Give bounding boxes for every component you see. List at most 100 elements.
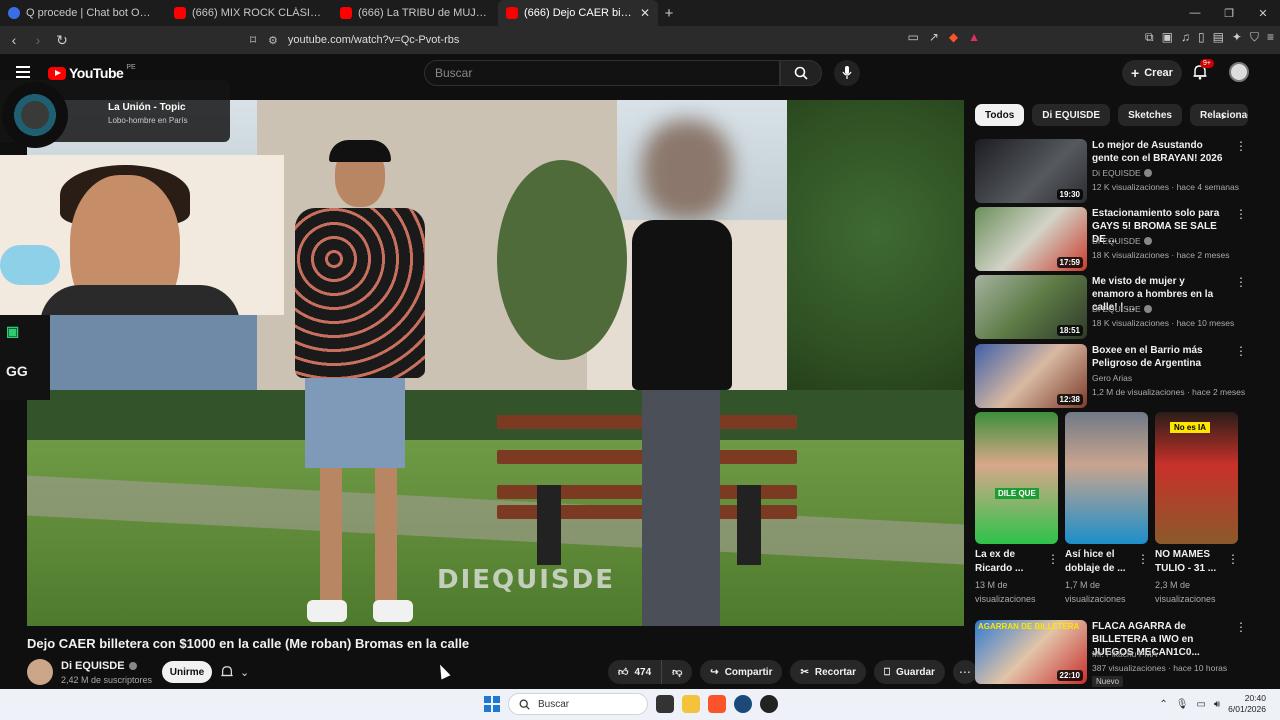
minimize-icon[interactable]: — [1178,0,1212,26]
recommendation-channel[interactable]: Gero Arias [1092,373,1132,383]
restore-icon[interactable]: ❐ [1212,0,1246,26]
dislike-button[interactable]: 👎︎ [662,660,693,684]
video-thumbnail[interactable]: 19:30 [975,139,1087,203]
person-cap [329,140,391,162]
recommendation-title[interactable]: Boxee en el Barrio más Peligroso de Arge… [1092,344,1227,370]
more-vertical-icon[interactable]: ⋮ [1227,552,1239,566]
obs-icon[interactable] [760,695,778,713]
chip-all[interactable]: Todos [975,104,1025,126]
more-vertical-icon[interactable]: ⋮ [1235,139,1247,153]
menu-icon[interactable]: ≡ [1267,30,1274,45]
brave-browser-icon[interactable] [708,695,726,713]
youtube-logo[interactable]: YouTube PE [48,64,136,81]
save-button[interactable]: ⎕ Guardar [874,660,945,684]
short-thumbnail[interactable]: DILE QUE [975,412,1058,544]
recommendation-item[interactable]: AGARRAN DE BILLETERA 22:10 FLACA AGARRA … [975,620,1255,687]
browser-tab[interactable]: (666) La TRIBU de MUJERES que NUNCA [332,0,498,26]
short-thumbnail[interactable]: No es IA [1155,412,1238,544]
create-button[interactable]: + Crear [1122,60,1182,86]
chip-channel[interactable]: Di EQUISDE [1032,104,1111,126]
recommendation-item[interactable]: 19:30 Lo mejor de Asustando gente con el… [975,139,1255,203]
short-title[interactable]: Así hice el doblaje de ... [1065,548,1135,576]
windows-start-icon[interactable] [484,696,500,712]
browser-tab-active[interactable]: (666) Dejo CAER billetera con ✕ [498,0,658,26]
new-tab-button[interactable]: + [658,5,680,22]
microphone-icon[interactable]: 🎙︎ [1176,699,1189,710]
reload-icon[interactable]: ↻ [52,32,72,49]
steam-icon[interactable] [734,695,752,713]
short-title[interactable]: NO MAMES TULIO - 31 ... [1155,548,1225,576]
person-body [632,220,732,390]
recommendation-item[interactable]: 18:51 Me visto de mujer y enamoro a homb… [975,275,1255,339]
chevron-down-icon: ⌄ [240,666,250,679]
extensions-icon[interactable]: ⧉ [1145,30,1154,45]
channel-name[interactable]: Di EQUISDE [61,660,137,672]
music-icon[interactable]: ♫ [1181,30,1190,45]
notifications-button[interactable]: 9+ [1192,59,1214,85]
file-explorer-icon[interactable] [682,695,700,713]
recommendation-item[interactable]: 17:59 Estacionamiento solo para GAYS 5! … [975,207,1255,271]
short-thumbnail[interactable] [1065,412,1148,544]
wallet-icon[interactable]: ▣ [1162,30,1173,45]
share-label: Compartir [724,666,773,678]
share-button[interactable]: ↪ Compartir [700,660,783,684]
wallet2-icon[interactable]: ▤ [1213,30,1224,45]
recommendation-channel[interactable]: Di EQUISDE [1092,236,1152,246]
address-bar[interactable]: ⌑ ⚙ youtube.com/watch?v=Qc-Pvot-rbs [250,29,990,51]
more-vertical-icon[interactable]: ⋮ [1137,552,1149,566]
back-icon[interactable]: ‹ [4,32,24,48]
more-vertical-icon[interactable]: ⋮ [1235,620,1247,634]
more-vertical-icon[interactable]: ⋮ [1235,207,1247,221]
channel-avatar[interactable] [27,659,53,685]
short-title[interactable]: La ex de Ricardo ... [975,548,1045,576]
clip-button[interactable]: ✂ Recortar [790,660,867,684]
more-vertical-icon[interactable]: ⋮ [1235,275,1247,289]
more-vertical-icon[interactable]: ⋮ [1047,552,1059,566]
voice-search-button[interactable] [834,60,860,86]
sidebar-icon[interactable]: ▯ [1198,30,1205,45]
recommendation-meta: 18 K visualizaciones · hace 2 meses [1092,250,1230,260]
chevron-up-icon[interactable]: ⌃ [1159,699,1167,710]
close-window-icon[interactable]: ✕ [1246,0,1280,26]
shorts-shelf: DILE QUE No es IA [975,412,1238,544]
account-avatar[interactable] [1229,62,1249,82]
chevron-right-icon[interactable]: › [1221,108,1225,123]
share-icon[interactable]: ↗ [929,30,939,44]
task-view-icon[interactable] [656,695,674,713]
recommendation-channel[interactable]: Mr. Pikachu PMA [1092,649,1157,659]
recommendation-channel[interactable]: Di EQUISDE [1092,304,1152,314]
brave-rewards-icon[interactable]: ▲ [968,30,980,44]
volume-icon[interactable]: 🔊︎ [1214,699,1220,710]
vpn-icon[interactable]: ⛉ [1250,30,1259,45]
subscription-bell-button[interactable]: ⌄ [220,661,268,683]
leo-icon[interactable]: ✦ [1232,30,1242,45]
hamburger-menu-icon[interactable] [16,66,30,78]
more-vertical-icon[interactable]: ⋮ [1235,344,1247,358]
more-actions-button[interactable]: ⋯ [952,660,977,684]
join-button[interactable]: Unirme [162,661,212,683]
search-button[interactable] [780,60,822,86]
browser-tab[interactable]: (666) MIX ROCK CLÁSICO, EN ESPAÑOL [166,0,332,26]
video-thumbnail[interactable]: 12:38 [975,344,1087,408]
chip-sketches[interactable]: Sketches [1118,104,1182,126]
browser-tab[interactable]: Q procede | Chat bot ON - Restream [0,0,166,26]
taskbar-search[interactable]: Buscar [508,693,648,715]
recommendation-title[interactable]: Lo mejor de Asustando gente con el BRAYA… [1092,139,1227,165]
forward-icon[interactable]: › [28,32,48,48]
chip-related[interactable]: Relacionad [1189,104,1248,126]
recommendation-channel[interactable]: Di EQUISDE [1092,168,1152,178]
like-button[interactable]: 👍︎ 474 [608,660,663,684]
recommendation-item[interactable]: 12:38 Boxee en el Barrio más Peligroso d… [975,344,1255,408]
site-info-icon[interactable]: ⚙ [268,34,278,47]
video-thumbnail[interactable]: AGARRAN DE BILLETERA 22:10 [975,620,1087,684]
system-clock[interactable]: 20:40 6/01/2026 [1228,693,1266,715]
bookmark-icon[interactable]: ⌑ [250,33,256,47]
network-icon[interactable]: ▭ [1196,699,1205,710]
cast-icon[interactable]: ▭ [907,30,918,44]
notification-badge: 9+ [1200,59,1214,68]
close-tab-icon[interactable]: ✕ [640,6,650,20]
brave-shield-icon[interactable]: ◆ [949,30,958,44]
video-thumbnail[interactable]: 17:59 [975,207,1087,271]
video-thumbnail[interactable]: 18:51 [975,275,1087,339]
search-input[interactable]: Buscar [424,60,780,86]
